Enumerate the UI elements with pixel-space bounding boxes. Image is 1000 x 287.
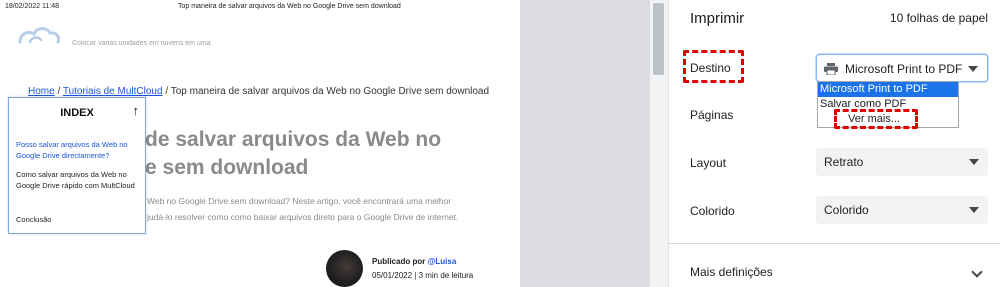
- chevron-down-icon: [968, 66, 978, 72]
- printer-icon: [824, 63, 838, 75]
- breadcrumb-separator: /: [165, 86, 169, 97]
- breadcrumb-category-link[interactable]: Tutoriais de MultCloud: [63, 86, 163, 97]
- destination-select[interactable]: Microsoft Print to PDF: [816, 54, 988, 82]
- chevron-down-icon: [969, 207, 979, 213]
- destination-value: Microsoft Print to PDF: [845, 62, 963, 76]
- article-title-line: de salvar arquivos da Web no: [145, 128, 442, 151]
- color-select[interactable]: Colorido: [816, 196, 988, 224]
- index-panel: INDEX ↑ Posso salvar arquivos da Web no …: [8, 97, 146, 234]
- destination-option[interactable]: Microsoft Print to PDF: [818, 82, 958, 97]
- destination-label-highlight: [683, 50, 744, 83]
- cloud-logo-icon: [18, 27, 60, 44]
- chevron-down-icon: [969, 159, 979, 165]
- preview-scrollbar-thumb[interactable]: [653, 3, 664, 75]
- published-by-label: Publicado por: [372, 257, 426, 266]
- color-label: Colorido: [690, 204, 735, 218]
- section-divider: [669, 243, 1000, 244]
- author-name-link[interactable]: @Luisa: [428, 257, 457, 266]
- article-title: de salvar arquivos da Web no e sem downl…: [145, 126, 515, 182]
- article-meta: 05/01/2022 | 3 min de leitura: [372, 271, 474, 280]
- more-settings-label[interactable]: Mais definições: [690, 265, 773, 279]
- author-avatar: [326, 250, 363, 287]
- arrow-up-icon[interactable]: ↑: [133, 103, 140, 118]
- see-more-highlight: [834, 109, 918, 129]
- author-line: Publicado por @Luisa: [372, 257, 456, 266]
- print-dialog-title: Imprimir: [690, 10, 745, 27]
- article-intro: Web no Google Drive sem download? Neste …: [147, 193, 517, 225]
- breadcrumb: Home / Tutoriais de MultCloud / Top mane…: [28, 86, 489, 97]
- index-title: INDEX: [60, 107, 94, 119]
- article-intro-line: Web no Google Drive sem download? Neste …: [147, 196, 452, 206]
- index-item[interactable]: Como salvar arquivos da Web no Google Dr…: [16, 169, 142, 191]
- sheet-count: 10 folhas de papel: [889, 11, 988, 25]
- color-value: Colorido: [824, 203, 869, 217]
- layout-label: Layout: [690, 156, 727, 170]
- expand-chevron-icon[interactable]: [971, 266, 983, 278]
- print-settings-panel: Imprimir 10 folhas de papel Destino Micr…: [668, 0, 1000, 287]
- breadcrumb-separator: /: [57, 86, 61, 97]
- index-item[interactable]: Conclusão: [16, 214, 142, 225]
- site-slogan: Colocar varias unidades em nuvens em uma: [72, 40, 211, 47]
- breadcrumb-current: Top maneira de salvar arquivos da Web no…: [170, 86, 490, 97]
- layout-select[interactable]: Retrato: [816, 148, 988, 176]
- preview-background: [520, 0, 668, 287]
- breadcrumb-home-link[interactable]: Home: [28, 86, 55, 97]
- article-intro-line: judá-lo resolver como como baixar arquiv…: [147, 212, 459, 222]
- page-header-date: 18/02/2022 11:48: [5, 3, 59, 10]
- page-header-title: Top maneira de salvar arquivos da Web no…: [178, 3, 401, 10]
- pages-label: Páginas: [690, 108, 734, 122]
- index-item[interactable]: Posso salvar arquivos da Web no Google D…: [16, 139, 142, 161]
- print-preview-page: 18/02/2022 11:48 Top maneira de salvar a…: [0, 0, 520, 287]
- article-title-line: e sem download: [145, 156, 309, 179]
- layout-value: Retrato: [824, 155, 864, 169]
